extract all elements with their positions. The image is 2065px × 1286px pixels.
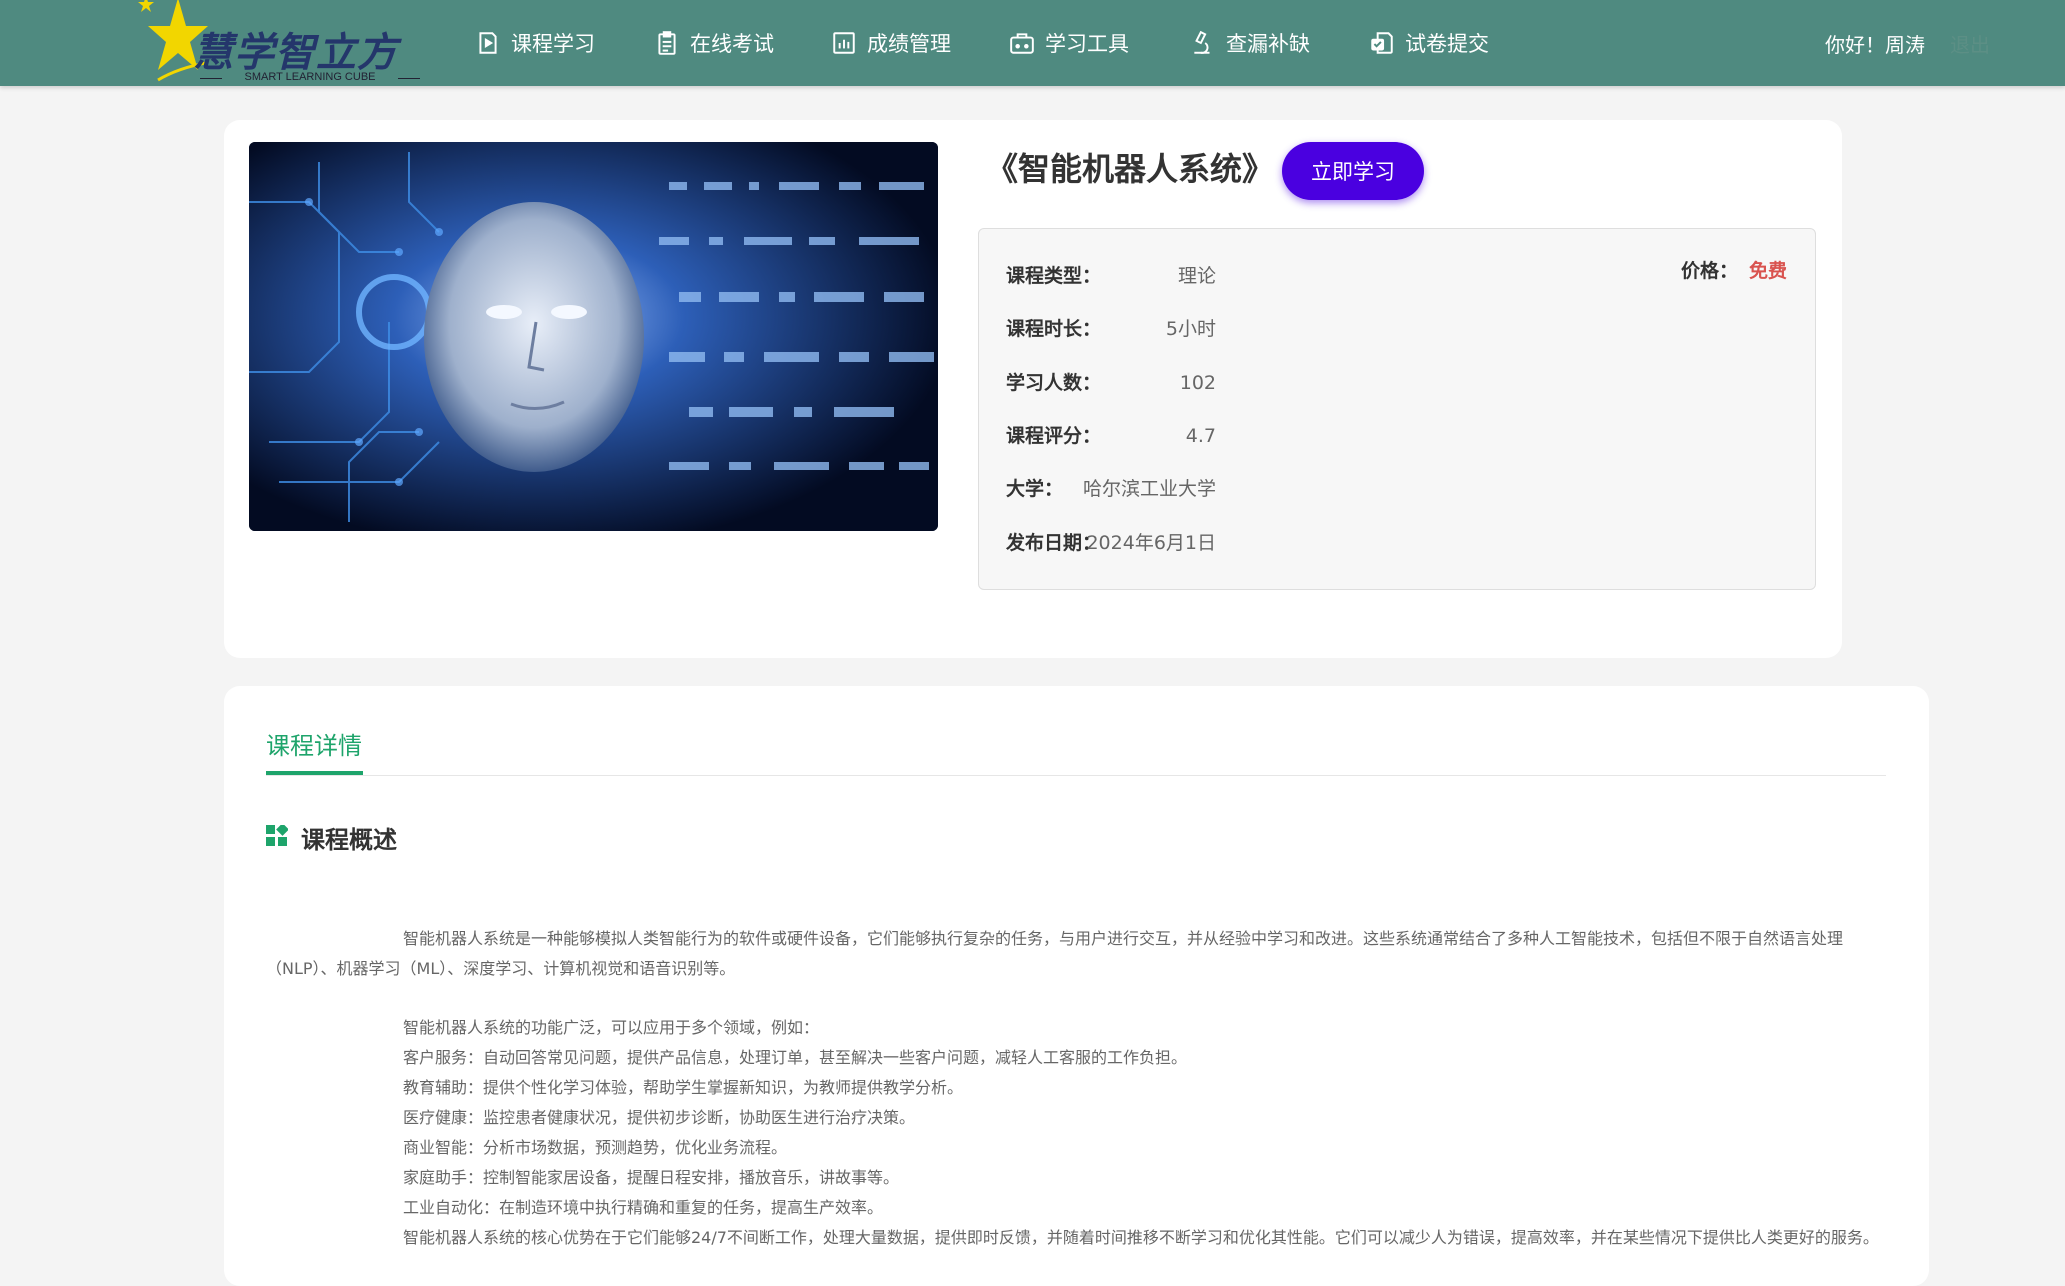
site-logo[interactable]: 慧学智立方 SMART LEARNING CUBE xyxy=(138,0,428,86)
price-label: 价格： xyxy=(1681,260,1739,282)
list-item: 商业智能：分析市场数据，预测趋势，优化业务流程。 xyxy=(403,1138,788,1157)
course-cover-image xyxy=(249,142,938,531)
play-document-icon xyxy=(479,32,497,54)
bar-chart-icon xyxy=(833,32,855,54)
course-description: 智能机器人系统是一种能够模拟人类智能行为的软件或硬件设备，它们能够执行复杂的任务… xyxy=(266,924,1906,1253)
nav-paper-submit[interactable]: 试卷提交 xyxy=(1369,0,1489,86)
university-row: 大学： 哈尔滨工业大学 xyxy=(1006,474,1216,504)
section-title-overview: 课程概述 xyxy=(301,826,397,854)
university-label: 大学： xyxy=(1006,478,1064,500)
course-type-value: 理论 xyxy=(1177,265,1216,287)
list-item: 客户服务：自动回答常见问题，提供产品信息，处理订单，甚至解决一些客户问题，减轻人… xyxy=(403,1048,1188,1067)
nav-grade-management[interactable]: 成绩管理 xyxy=(831,0,951,86)
nav-label: 课程学习 xyxy=(511,32,595,56)
logout-link[interactable]: 退出 xyxy=(1950,29,1990,58)
course-type-label: 课程类型： xyxy=(1006,265,1102,287)
description-paragraph: 智能机器人系统是一种能够模拟人类智能行为的软件或硬件设备，它们能够执行复杂的任务… xyxy=(266,929,1844,978)
course-info-panel: 课程类型： 理论 课程时长： 5小时 学习人数： 102 课程评分： 4.7 大… xyxy=(978,228,1816,590)
description-paragraph: 智能机器人系统的核心优势在于它们能够24/7不间断工作，处理大量数据，提供即时反… xyxy=(403,1228,1879,1247)
course-rating-label: 课程评分： xyxy=(1006,425,1102,447)
list-item: 家庭助手：控制智能家居设备，提醒日程安排，播放音乐，讲故事等。 xyxy=(403,1168,900,1187)
nav-label: 在线考试 xyxy=(690,32,774,56)
logo-title: 慧学智立方 xyxy=(193,29,398,76)
learner-count-value: 102 xyxy=(1179,372,1216,394)
user-greeting: 你好！周涛 xyxy=(1825,33,1925,57)
ai-face-illustration xyxy=(249,142,938,531)
nav-online-exam[interactable]: 在线考试 xyxy=(654,0,774,86)
course-rating-value: 4.7 xyxy=(1185,425,1216,447)
microscope-icon xyxy=(1194,30,1210,54)
list-item: 工业自动化：在制造环境中执行精确和重复的任务，提高生产效率。 xyxy=(403,1198,884,1217)
nav-label: 试卷提交 xyxy=(1405,32,1489,56)
nav-label: 查漏补缺 xyxy=(1226,32,1310,56)
submit-paper-icon xyxy=(1371,32,1393,54)
nav-label: 成绩管理 xyxy=(867,32,951,56)
course-rating-row: 课程评分： 4.7 xyxy=(1006,421,1216,451)
publish-date-value: 2024年6月1日 xyxy=(1086,532,1216,554)
course-duration-value: 5小时 xyxy=(1165,318,1216,340)
nav-review-gaps[interactable]: 查漏补缺 xyxy=(1190,0,1310,86)
course-duration-row: 课程时长： 5小时 xyxy=(1006,314,1216,344)
course-type-row: 课程类型： 理论 xyxy=(1006,261,1216,291)
grid-icon xyxy=(266,825,288,846)
clipboard-icon xyxy=(658,31,676,55)
university-value: 哈尔滨工业大学 xyxy=(1082,478,1216,500)
top-navigation-bar: 慧学智立方 SMART LEARNING CUBE 课程学习 在线考试 成绩管理… xyxy=(0,0,2065,86)
course-title: 《智能机器人系统》 xyxy=(986,151,1275,187)
toolbox-icon xyxy=(1010,33,1034,54)
list-item: 医疗健康：监控患者健康状况，提供初步诊断，协助医生进行治疗决策。 xyxy=(403,1108,916,1127)
publish-date-row: 发布日期： 2024年6月1日 xyxy=(1006,528,1216,558)
price-value: 免费 xyxy=(1749,260,1788,282)
start-learning-button[interactable]: 立即学习 xyxy=(1282,142,1424,200)
description-paragraph: 智能机器人系统的功能广泛，可以应用于多个领域，例如： xyxy=(403,1018,820,1037)
learner-count-label: 学习人数： xyxy=(1006,372,1102,394)
course-summary-card: 《智能机器人系统》 立即学习 课程类型： 理论 课程时长： 5小时 学习人数： … xyxy=(224,120,1842,658)
nav-learning-tools[interactable]: 学习工具 xyxy=(1009,0,1129,86)
course-duration-label: 课程时长： xyxy=(1006,318,1102,340)
nav-course-study[interactable]: 课程学习 xyxy=(475,0,595,86)
course-detail-card: 课程详情 课程概述 智能机器人系统是一种能够模拟人类智能行为的软件或硬件设备，它… xyxy=(224,686,1929,1286)
learner-count-row: 学习人数： 102 xyxy=(1006,368,1216,398)
nav-label: 学习工具 xyxy=(1045,32,1129,56)
list-item: 教育辅助：提供个性化学习体验，帮助学生掌握新知识，为教师提供教学分析。 xyxy=(403,1078,964,1097)
tab-divider xyxy=(266,775,1886,776)
logo-subtitle: SMART LEARNING CUBE xyxy=(200,71,420,83)
tab-course-details[interactable]: 课程详情 xyxy=(266,726,362,761)
